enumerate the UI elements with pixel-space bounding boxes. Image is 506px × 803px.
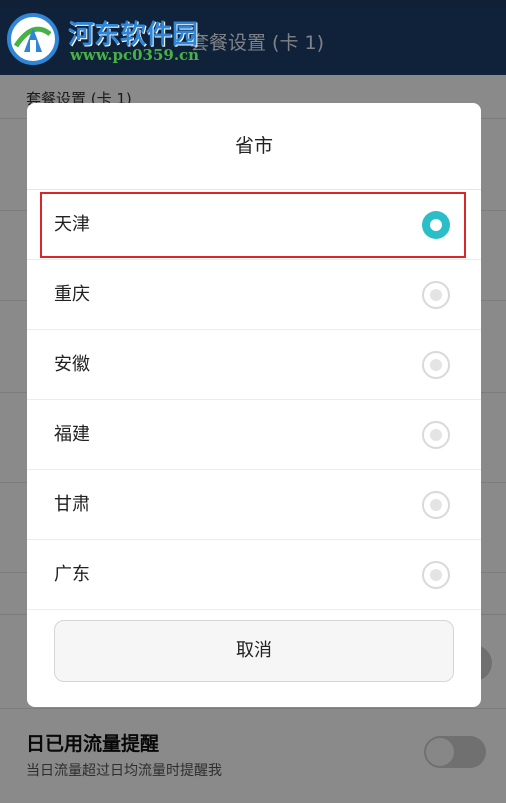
option-label: 重庆: [54, 284, 90, 305]
cancel-button[interactable]: 取消: [54, 620, 454, 682]
province-dialog: 省市 天津 重庆 安徽 福建 甘肃 广东 取消: [27, 103, 481, 707]
option-label: 甘肃: [54, 494, 90, 515]
radio-unchecked-icon[interactable]: [422, 281, 450, 309]
highlight-box: [40, 192, 466, 258]
option-guangdong[interactable]: 广东: [27, 540, 481, 610]
radio-unchecked-icon[interactable]: [422, 351, 450, 379]
radio-unchecked-icon[interactable]: [422, 491, 450, 519]
option-label: 福建: [54, 424, 90, 445]
radio-checked-icon[interactable]: [422, 211, 450, 239]
option-gansu[interactable]: 甘肃: [27, 470, 481, 540]
dialog-title: 省市: [234, 135, 273, 157]
radio-unchecked-icon[interactable]: [422, 421, 450, 449]
watermark: 河东软件园 www.pc0359.cn: [6, 10, 236, 68]
option-chongqing[interactable]: 重庆: [27, 260, 481, 330]
option-fujian[interactable]: 福建: [27, 400, 481, 470]
option-tianjin[interactable]: 天津: [27, 190, 481, 260]
option-label: 安徽: [54, 354, 90, 375]
watermark-url: www.pc0359.cn: [70, 46, 200, 64]
watermark-logo-icon: [7, 13, 59, 65]
screen: 套餐设置 (卡 1) 套餐设置 (卡 1) 日已用流量提醒 当日流量超过日均流量…: [0, 0, 506, 803]
option-label: 天津: [54, 214, 90, 235]
radio-unchecked-icon[interactable]: [422, 561, 450, 589]
option-label: 广东: [54, 564, 90, 585]
option-anhui[interactable]: 安徽: [27, 330, 481, 400]
option-list[interactable]: 天津 重庆 安徽 福建 甘肃 广东: [27, 190, 481, 675]
